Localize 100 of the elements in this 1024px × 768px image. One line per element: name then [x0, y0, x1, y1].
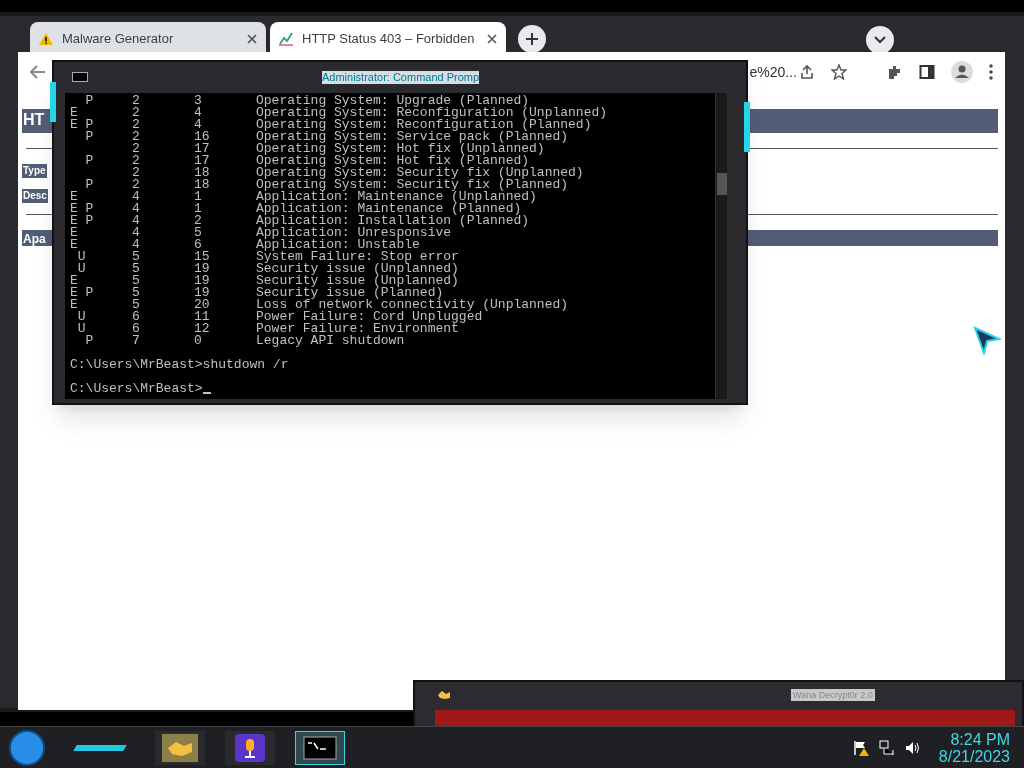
flag-text: E P: [70, 287, 95, 299]
major-code: 4: [132, 239, 141, 251]
flag-text: E P: [70, 203, 95, 215]
minor-code: 18: [194, 179, 211, 191]
clock-date: 8/21/2023: [938, 747, 1010, 765]
major-code: 5: [132, 263, 141, 275]
new-tab-button[interactable]: [518, 25, 546, 53]
console-icon: [72, 72, 88, 82]
microphone-icon: [232, 733, 268, 762]
major-code: 5: [132, 251, 141, 263]
field-label: Type: [22, 164, 47, 178]
minor-code: 11: [194, 311, 211, 323]
major-code: 2: [132, 107, 141, 119]
taskbar-button[interactable]: [225, 730, 275, 765]
flag-text: P: [84, 335, 95, 347]
major-code: 6: [132, 311, 141, 323]
flag-text: E: [70, 299, 78, 311]
reason-text: Application: Maintenance (Unplanned): [256, 191, 537, 203]
major-code: 5: [132, 287, 141, 299]
more-icon: [989, 64, 993, 80]
tab-search-button[interactable]: [866, 26, 894, 54]
taskbar-button[interactable]: [295, 730, 345, 765]
window-light: [50, 82, 56, 122]
minor-code: 20: [194, 299, 211, 311]
window-light: [744, 102, 750, 152]
start-button[interactable]: [9, 729, 45, 766]
reason-text: Security issue (Unplanned): [256, 263, 460, 275]
flag-text: E P: [70, 119, 95, 131]
tab-title: HTTP Status 403 – Forbidden: [302, 30, 476, 49]
major-code: 4: [132, 203, 141, 215]
reason-text: Operating System: Hot fix (Planned): [256, 155, 530, 167]
flag-text: E P: [70, 215, 95, 227]
handshake-icon: [437, 690, 451, 700]
reason-text: Application: Unstable: [256, 239, 420, 251]
major-code: 6: [132, 323, 141, 335]
major-code: 2: [132, 167, 141, 179]
reason-text: Application: Maintenance (Planned): [256, 203, 522, 215]
minor-code: 5: [194, 227, 203, 239]
scrollbar[interactable]: [715, 93, 727, 399]
minor-code: 16: [194, 131, 211, 143]
major-code: 2: [132, 131, 141, 143]
avatar-icon: [951, 61, 973, 83]
window-title: Administrator: Command Promp: [322, 71, 480, 84]
reason-text: Application: Installation (Planned): [256, 215, 531, 227]
reason-text: Operating System: Reconfiguration (Planned): [256, 119, 592, 131]
reason-text: Legacy API shutdown: [256, 335, 406, 347]
taskbar-light: [73, 744, 127, 751]
close-icon: [246, 33, 258, 45]
major-code: 2: [132, 143, 141, 155]
major-code: 5: [132, 299, 141, 311]
minor-code: 0: [194, 335, 203, 347]
window-title: Wana Decrypt0r 2.0: [791, 689, 875, 701]
minor-code: 18: [194, 167, 211, 179]
share-icon: [799, 64, 815, 80]
back-icon: [30, 65, 46, 79]
tab-title: Malware Generator: [62, 30, 175, 49]
flag-icon: [852, 739, 869, 756]
clock[interactable]: 8:24 PM 8/21/2023: [938, 730, 1010, 765]
plus-icon: [525, 32, 539, 46]
minor-code: 19: [194, 287, 211, 299]
command-line: C:\Users\MrBeast>: [70, 383, 203, 395]
flag-text: U: [76, 323, 86, 335]
reason-text: System Failure: Stop error: [256, 251, 460, 263]
scroll-thumb[interactable]: [717, 173, 727, 195]
star-icon: [831, 64, 847, 80]
flag-text: E: [70, 227, 79, 239]
minor-code: 19: [194, 263, 211, 275]
major-code: 2: [132, 95, 141, 107]
puzzle-icon: [887, 64, 903, 80]
text-cursor: [202, 392, 211, 394]
reason-text: Security issue (Unplanned): [256, 275, 460, 287]
clock-time: 8:24 PM: [950, 730, 1010, 748]
major-code: 4: [132, 215, 141, 227]
flag-text: P: [84, 95, 95, 107]
flag-text: U: [76, 251, 87, 263]
chart-icon: [278, 32, 294, 46]
major-code: 4: [132, 227, 141, 239]
minor-code: 6: [194, 239, 202, 251]
minor-code: 19: [194, 275, 211, 287]
minor-code: 1: [194, 191, 203, 203]
reason-text: Operating System: Hot fix (Unplanned): [256, 143, 545, 155]
reason-text: Operating System: Upgrade (Planned): [256, 95, 530, 107]
close-icon: [486, 33, 498, 45]
minor-code: 4: [194, 107, 203, 119]
reason-text: Power Failure: Environment: [256, 323, 459, 335]
major-code: 4: [132, 191, 141, 203]
taskbar-button[interactable]: [155, 730, 205, 765]
flag-text: E: [70, 275, 79, 287]
flag-text: U: [76, 311, 87, 323]
reason-text: Power Failure: Cord Unplugged: [256, 311, 484, 323]
minor-code: 15: [194, 251, 211, 263]
minor-code: 4: [194, 119, 202, 131]
minor-code: 12: [194, 323, 211, 335]
address-text[interactable]: e%20...: [749, 61, 797, 83]
console-icon: [302, 733, 338, 762]
network-icon: [878, 739, 895, 756]
reason-text: Operating System: Security fix (Unplanned): [256, 167, 585, 179]
reason-text: Loss of network connectivity (Unplanned): [256, 299, 570, 311]
reason-text: Operating System: Security fix (Planned): [256, 179, 569, 191]
field-label: Desc: [22, 189, 48, 203]
